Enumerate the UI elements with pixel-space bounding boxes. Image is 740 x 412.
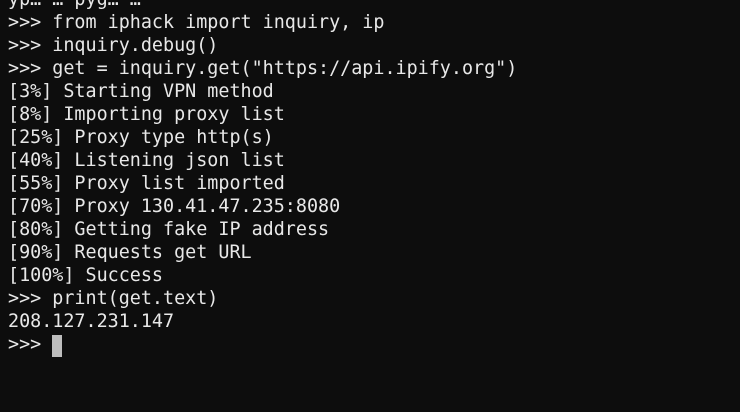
terminal-window[interactable]: yp… … pyg… … >>> from iphack import inqu… [0,0,740,412]
text-cursor [52,334,63,357]
output-line: [3%] Starting VPN method [8,81,274,102]
terminal-output: yp… … pyg… … >>> from iphack import inqu… [8,0,518,357]
command-line: >>> from iphack import inquiry, ip [8,12,385,33]
output-line: [8%] Importing proxy list [8,104,285,125]
output-line: [40%] Listening json list [8,150,285,171]
output-line: [90%] Requests get URL [8,242,252,263]
output-line: [80%] Getting fake IP address [8,219,330,240]
prompt-symbol: >>> [8,334,53,355]
current-prompt-line[interactable]: >>> [8,333,517,357]
command-line: >>> print(get.text) [8,288,219,309]
command-line: >>> get = inquiry.get("https://api.ipify… [8,58,518,79]
output-line: 208.127.231.147 [8,311,175,332]
partial-scrolled-line: yp… … pyg… … [8,0,517,11]
output-line: [70%] Proxy 130.41.47.235:8080 [8,196,341,217]
output-line: [100%] Success [8,265,164,286]
output-line: [55%] Proxy list imported [8,173,285,194]
command-line: >>> inquiry.debug() [8,35,219,56]
output-line: [25%] Proxy type http(s) [8,127,274,148]
